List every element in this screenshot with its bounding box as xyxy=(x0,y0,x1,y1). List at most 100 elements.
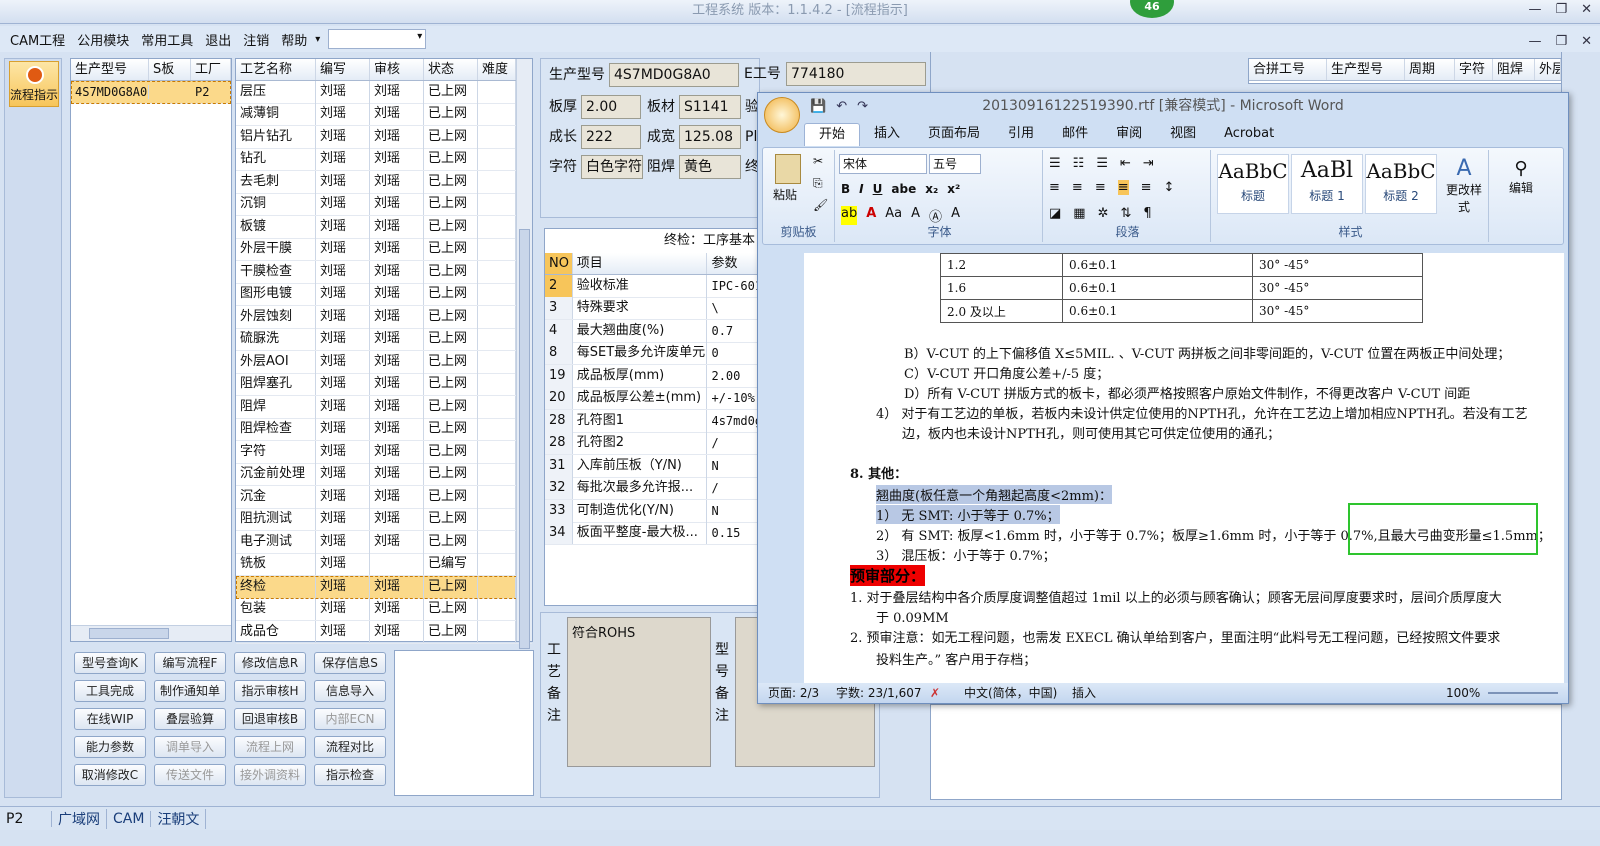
menu-item[interactable]: 公用模块 xyxy=(71,30,135,49)
table-row[interactable]: 外层AOI 刘瑶 刘瑶 已上网 xyxy=(236,350,532,374)
column-header[interactable]: 编写 xyxy=(316,59,370,80)
table-row[interactable]: 终检 刘瑶 刘瑶 已上网 xyxy=(236,575,532,599)
table-row[interactable]: 外层蚀刻 刘瑶 刘瑶 已上网 xyxy=(236,305,532,329)
style-item[interactable]: AaBl 标题 1 xyxy=(1291,154,1363,214)
ribbon-tab[interactable]: 审阅 xyxy=(1102,123,1156,146)
underline-icon[interactable]: U xyxy=(873,182,883,196)
action-button[interactable]: 指示检查 xyxy=(314,764,386,786)
multilevel-icon[interactable]: ☰ xyxy=(1096,156,1108,171)
process-remark-field[interactable]: 符合ROHS xyxy=(567,617,711,767)
status-item[interactable]: P2 xyxy=(0,810,52,827)
status-item[interactable]: CAM xyxy=(107,810,152,827)
save-icon[interactable]: 💾 xyxy=(810,99,826,114)
table-row[interactable]: 32 每批次最多允许报... / xyxy=(545,477,759,500)
strikethrough-icon[interactable]: abe xyxy=(891,182,916,196)
action-button[interactable]: 编写流程F xyxy=(154,652,226,674)
align-center-icon[interactable]: ≡ xyxy=(1072,180,1083,195)
style-item[interactable]: AaBbC 标题 xyxy=(1217,154,1289,214)
proofing-icon[interactable]: ✗ xyxy=(930,683,940,703)
close-icon[interactable]: ✕ xyxy=(1581,2,1592,17)
table-row[interactable]: 4 最大翘曲度(%) 0.7 xyxy=(545,319,759,343)
table-row[interactable]: 成品仓 刘瑶 刘瑶 已上网 xyxy=(236,620,532,644)
column-header[interactable]: 项目 xyxy=(573,253,708,274)
chevron-down-icon[interactable]: ▾ xyxy=(313,34,322,45)
insert-mode[interactable]: 插入 xyxy=(1072,683,1096,703)
e-field[interactable]: 774180 xyxy=(786,62,926,86)
table-row[interactable]: 2 验收标准 IPC-601 xyxy=(545,274,759,298)
zoom-slider[interactable] xyxy=(1488,692,1558,694)
close-icon[interactable]: ✕ xyxy=(1581,34,1592,49)
status-item[interactable]: 汪朝文 xyxy=(151,808,207,829)
table-row[interactable]: 包装 刘瑶 刘瑶 已上网 xyxy=(236,598,532,621)
table-row[interactable]: 铝片钻孔 刘瑶 刘瑶 已上网 xyxy=(236,125,532,149)
align-left-icon[interactable]: ≡ xyxy=(1049,180,1060,195)
table-row[interactable]: 33 可制造优化(Y/N) N xyxy=(545,499,759,523)
bold-icon[interactable]: B xyxy=(841,182,850,196)
table-row[interactable]: 34 板面平整度-最大极... 0.15 xyxy=(545,522,759,545)
edit-button[interactable]: ⚲ 编辑 xyxy=(1509,158,1533,196)
change-styles-button[interactable]: A 更改样式 xyxy=(1441,156,1487,215)
mask-field[interactable]: 黄色 xyxy=(679,155,741,179)
column-header[interactable]: NO xyxy=(545,253,573,274)
table-row[interactable]: 钻孔 刘瑶 刘瑶 已上网 xyxy=(236,148,532,171)
length-field[interactable]: 222 xyxy=(581,125,641,149)
bullets-icon[interactable]: ☰ xyxy=(1049,156,1061,171)
office-button[interactable] xyxy=(764,97,800,133)
column-header[interactable]: 工艺名称 xyxy=(236,59,316,80)
cut-icon[interactable]: ✂ xyxy=(813,154,823,168)
table-row[interactable]: 图形电镀 刘瑶 刘瑶 已上网 xyxy=(236,283,532,306)
ribbon-tab[interactable]: 页面布局 xyxy=(914,123,994,146)
document-page[interactable]: 1.2 0.6±0.1 30° -45° 1.6 0.6±0.1 30° -45° 2.0 … xyxy=(804,253,1564,683)
menu-item[interactable]: 常用工具 xyxy=(135,30,199,49)
align-right-icon[interactable]: ≡ xyxy=(1095,180,1106,195)
table-row[interactable]: 阻焊检查 刘瑶 刘瑶 已上网 xyxy=(236,418,532,441)
action-button[interactable]: 取消修改C xyxy=(74,764,146,786)
toolbar-combo[interactable] xyxy=(328,29,427,49)
vertical-scrollbar[interactable] xyxy=(516,59,532,649)
style-item[interactable]: AaBbC 标题 2 xyxy=(1365,154,1437,214)
ribbon-tab[interactable]: 引用 xyxy=(994,123,1048,146)
table-row[interactable]: 阻焊 刘瑶 刘瑶 已上网 xyxy=(236,395,532,419)
status-item[interactable]: 广域网 xyxy=(52,808,107,829)
table-row[interactable]: 阻焊塞孔 刘瑶 刘瑶 已上网 xyxy=(236,373,532,396)
distribute-icon[interactable]: ≡ xyxy=(1141,180,1152,195)
superscript-icon[interactable]: x² xyxy=(947,182,960,196)
column-header[interactable]: 状态 xyxy=(424,59,478,80)
action-button[interactable]: 能力参数 xyxy=(74,736,146,758)
table-row[interactable]: 去毛刺 刘瑶 刘瑶 已上网 xyxy=(236,170,532,194)
restore-icon[interactable]: ❐ xyxy=(1555,34,1567,49)
horizontal-scrollbar[interactable] xyxy=(71,625,231,641)
action-button[interactable]: 保存信息S xyxy=(314,652,386,674)
width-field[interactable]: 125.08 xyxy=(679,125,741,149)
paste-icon[interactable] xyxy=(775,154,801,184)
action-button[interactable]: 工具完成 xyxy=(74,680,146,702)
table-row[interactable]: 硫脲洗 刘瑶 刘瑶 已上网 xyxy=(236,328,532,351)
table-row[interactable]: 层压 刘瑶 刘瑶 已上网 xyxy=(236,80,532,104)
shading-icon[interactable]: ◪ xyxy=(1049,206,1061,221)
show-marks-icon[interactable]: ¶ xyxy=(1143,206,1151,221)
table-row[interactable]: 20 成品板厚公差±(mm) +/-10% xyxy=(545,387,759,410)
indent-icon[interactable]: ⇥ xyxy=(1143,156,1154,171)
char-field[interactable]: 白色字符 xyxy=(581,155,643,179)
table-row[interactable]: 4S7MD0G8A0 P2 xyxy=(71,81,231,104)
table-row[interactable]: 28 孔符图1 4s7md0g xyxy=(545,409,759,433)
action-button[interactable]: 叠层验算 xyxy=(154,708,226,730)
redo-icon[interactable]: ↷ xyxy=(857,99,868,114)
menu-item[interactable]: CAM工程 xyxy=(4,30,71,49)
paste-label[interactable]: 粘贴 xyxy=(773,186,797,203)
format-painter-icon[interactable]: 🖌 xyxy=(813,198,828,212)
ribbon-tab[interactable]: Acrobat xyxy=(1210,123,1288,146)
model-field[interactable]: 4S7MD0G8A0 xyxy=(609,63,739,87)
action-button[interactable]: 修改信息R xyxy=(234,652,306,674)
outdent-icon[interactable]: ⇤ xyxy=(1120,156,1131,171)
table-row[interactable]: 铣板 刘瑶 已编写 xyxy=(236,553,532,576)
table-row[interactable]: 31 入库前压板（Y/N) N xyxy=(545,454,759,478)
action-button[interactable]: 在线WIP xyxy=(74,708,146,730)
table-row[interactable]: 字符 刘瑶 刘瑶 已上网 xyxy=(236,440,532,464)
table-row[interactable]: 8 每SET最多允许废单元 0 xyxy=(545,342,759,365)
column-header[interactable]: 参数 xyxy=(707,253,759,274)
ribbon-tab[interactable]: 开始 xyxy=(804,123,861,146)
menu-item[interactable]: 注销 xyxy=(237,30,275,49)
table-row[interactable]: 沉铜 刘瑶 刘瑶 已上网 xyxy=(236,193,532,216)
action-button[interactable]: 指示审核H xyxy=(234,680,306,702)
